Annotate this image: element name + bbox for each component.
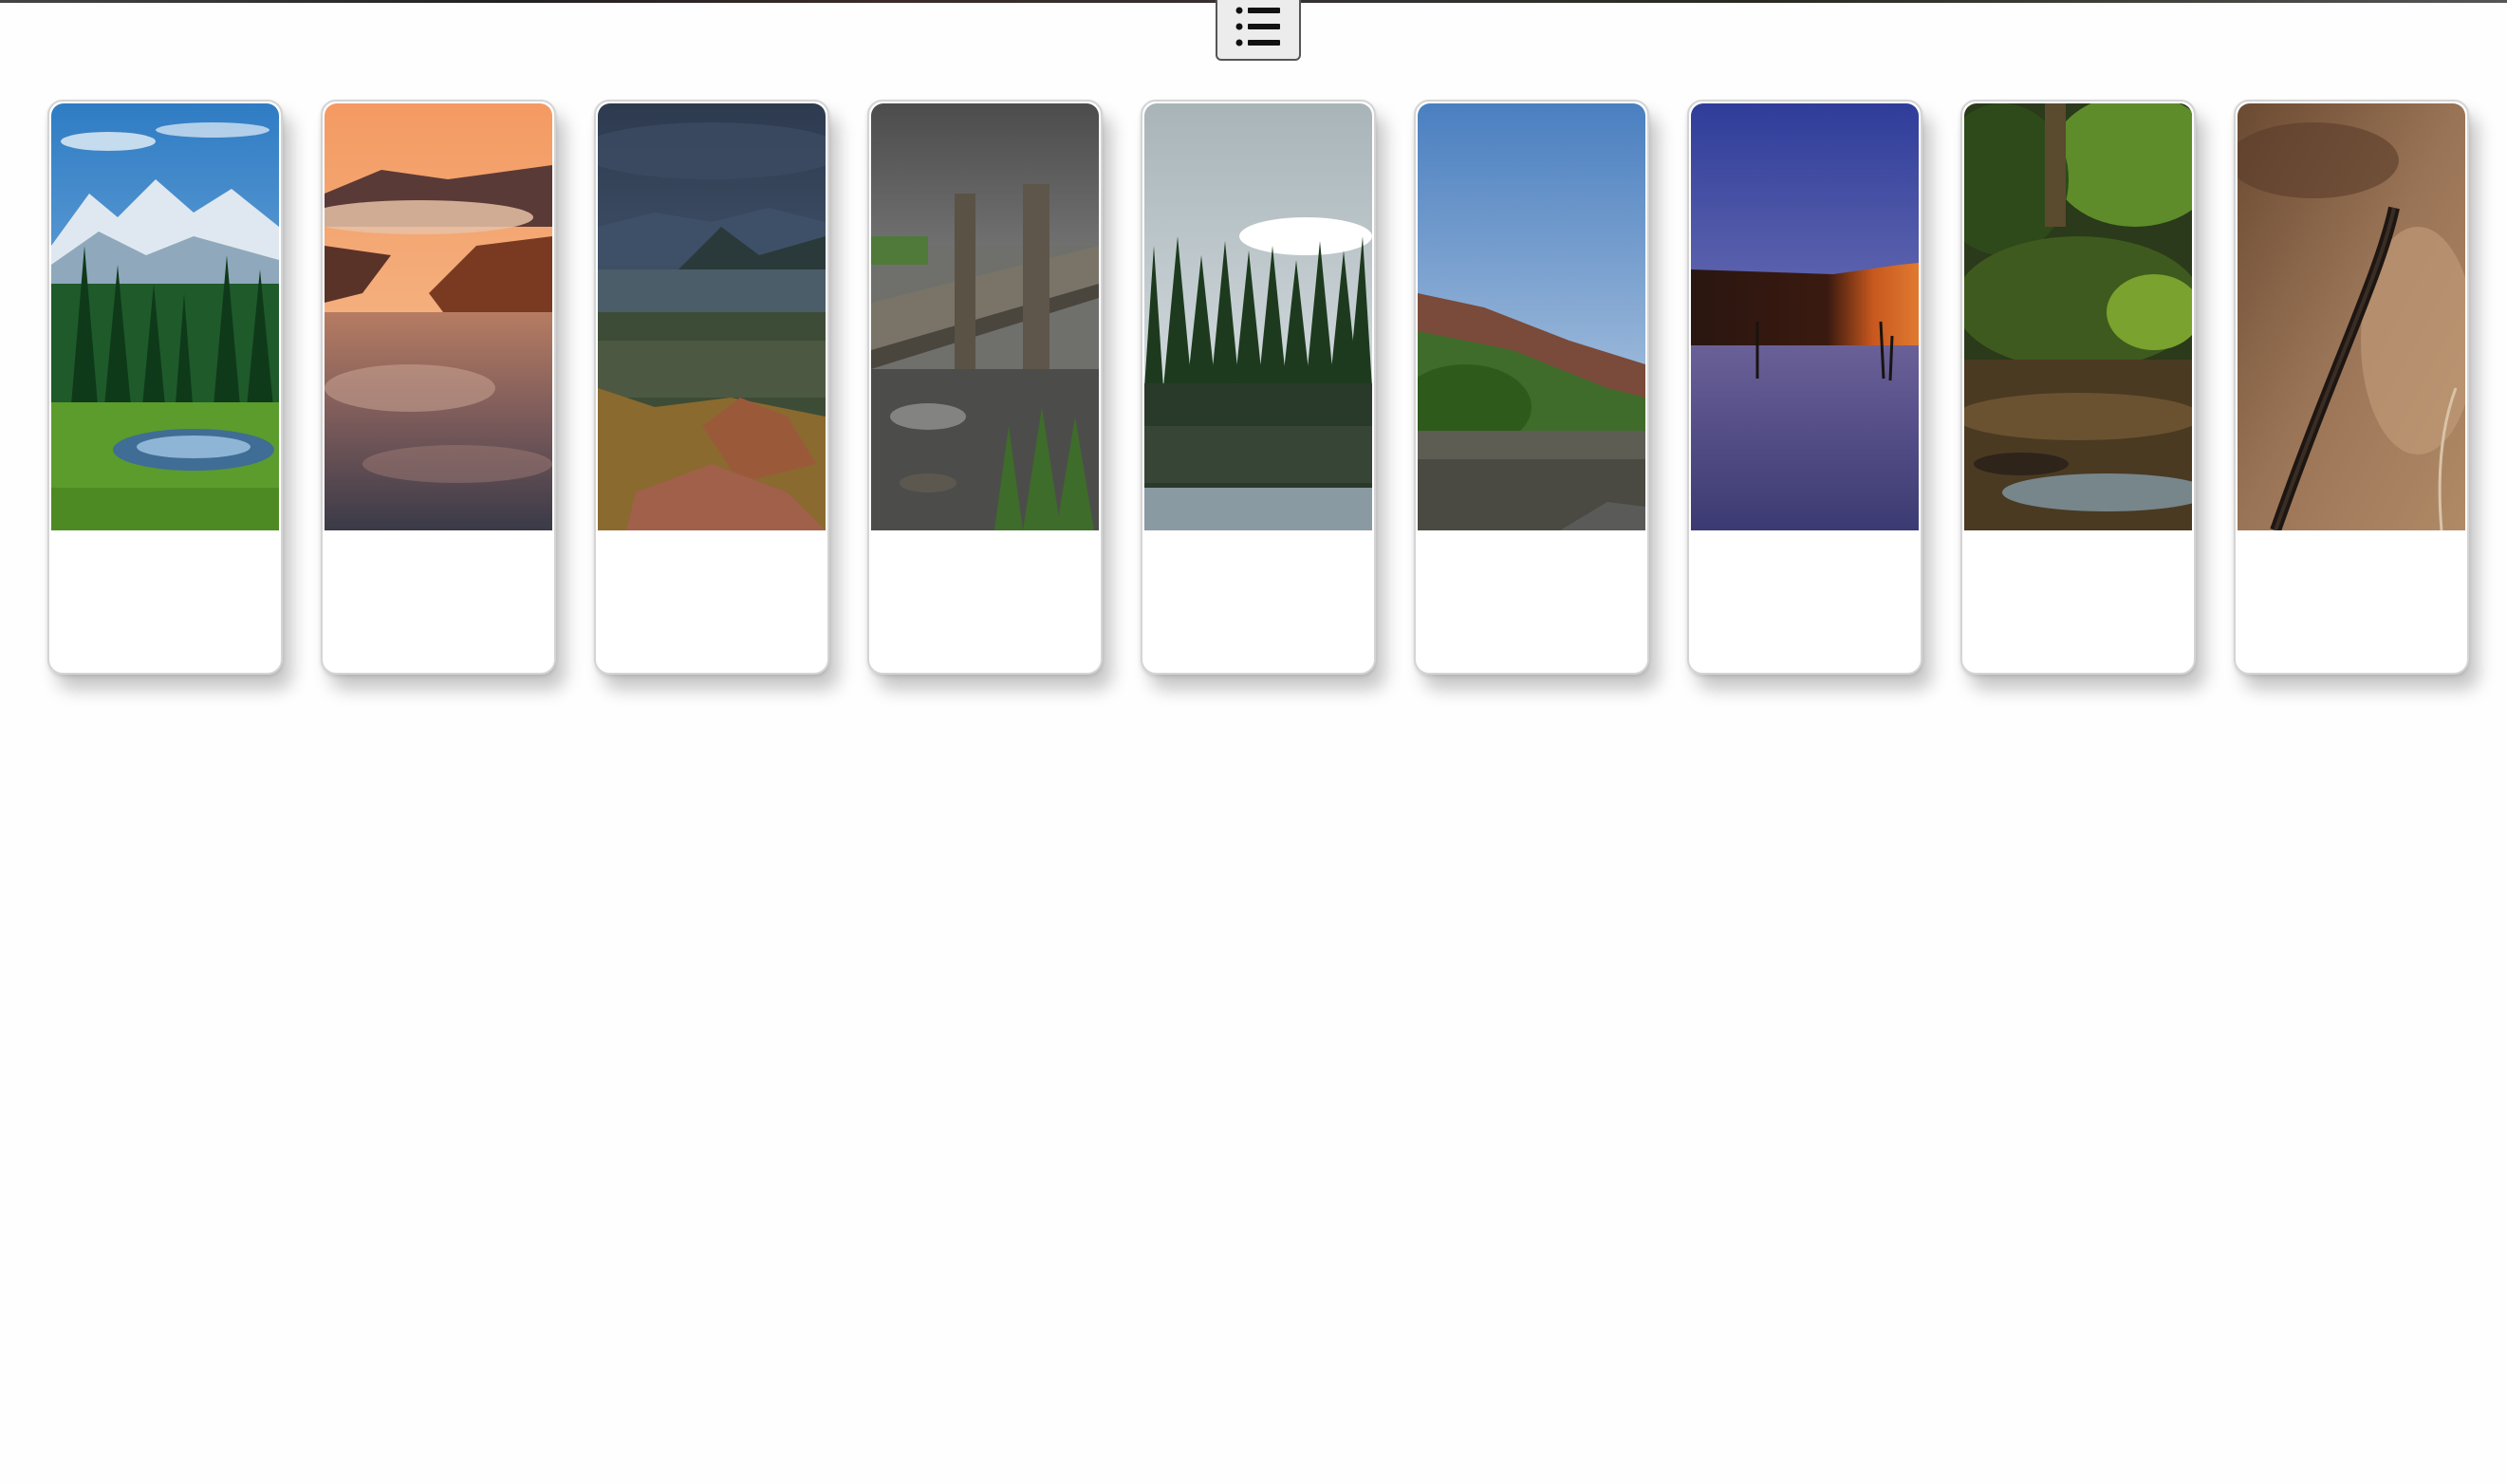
card-caption xyxy=(49,530,281,673)
wallpaper-thumbnail xyxy=(598,103,826,530)
gallery-card[interactable] xyxy=(2234,100,2469,675)
menu-button[interactable] xyxy=(1216,0,1301,61)
card-caption xyxy=(1142,530,1374,673)
gallery-card[interactable] xyxy=(867,100,1103,675)
gallery-card[interactable] xyxy=(594,100,829,675)
wallpaper-thumbnail xyxy=(871,103,1099,530)
card-caption xyxy=(1416,530,1647,673)
gallery-card[interactable] xyxy=(1414,100,1649,675)
gallery-card[interactable] xyxy=(1687,100,1922,675)
card-caption xyxy=(1962,530,2194,673)
wallpaper-thumbnail xyxy=(51,103,279,530)
wallpaper-thumbnail xyxy=(325,103,552,530)
gallery-card[interactable] xyxy=(1960,100,2196,675)
wallpaper-thumbnail xyxy=(1964,103,2192,530)
gallery-card[interactable] xyxy=(1141,100,1376,675)
card-caption xyxy=(323,530,554,673)
wallpaper-thumbnail xyxy=(1691,103,1919,530)
gallery-card[interactable] xyxy=(321,100,556,675)
card-caption xyxy=(596,530,827,673)
wallpaper-thumbnail xyxy=(2238,103,2465,530)
card-caption xyxy=(869,530,1101,673)
list-icon xyxy=(1233,5,1284,53)
gallery-card[interactable] xyxy=(47,100,283,675)
wallpaper-thumbnail xyxy=(1144,103,1372,530)
wallpaper-thumbnail xyxy=(1418,103,1645,530)
wallpaper-gallery xyxy=(47,100,2477,677)
card-caption xyxy=(1689,530,1921,673)
card-caption xyxy=(2236,530,2467,673)
